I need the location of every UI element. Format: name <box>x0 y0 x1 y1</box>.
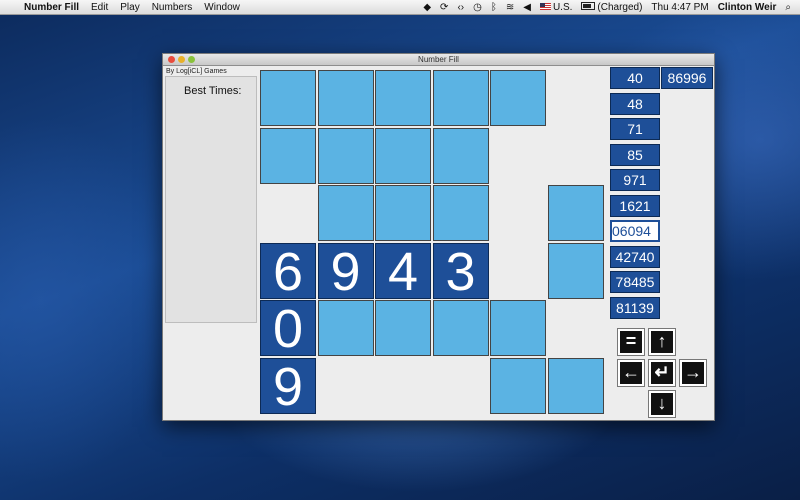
menu-app-name[interactable]: Number Fill <box>24 2 79 13</box>
input-source[interactable]: U.S. <box>539 2 572 13</box>
board-cell-filled[interactable]: 9 <box>260 357 316 415</box>
dropbox-icon[interactable]: ◆ <box>423 2 431 13</box>
board-cell-open[interactable] <box>375 127 431 184</box>
number-word-button[interactable]: 86996 <box>661 67 713 89</box>
right-arrow-button[interactable]: → <box>679 359 707 387</box>
board-cell-open[interactable] <box>317 70 374 126</box>
board-cell-empty[interactable] <box>375 358 431 414</box>
board-cell-open[interactable] <box>547 185 604 241</box>
board-cell-empty[interactable] <box>548 128 604 184</box>
board-cell-empty[interactable] <box>433 358 489 414</box>
battery-icon <box>581 1 596 10</box>
battery-status[interactable]: (Charged) <box>581 1 642 13</box>
left-arrow-button[interactable]: ← <box>617 359 645 387</box>
board-cell-filled[interactable]: 3 <box>432 242 489 300</box>
board-cell-open[interactable] <box>490 70 546 126</box>
number-word-button[interactable]: 06094 <box>610 220 660 242</box>
board-cell-open[interactable] <box>547 357 604 414</box>
number-word-button[interactable]: 1621 <box>610 194 660 217</box>
sync-icon[interactable]: ⟳ <box>440 2 448 13</box>
menu-numbers[interactable]: Numbers <box>152 2 193 13</box>
board-cell-open[interactable] <box>490 300 546 356</box>
board-cell-open[interactable] <box>547 242 604 299</box>
up-arrow-button[interactable]: ↑ <box>648 328 676 356</box>
board-cell-empty[interactable] <box>548 70 604 126</box>
number-word-button[interactable]: 85 <box>610 143 660 166</box>
status-area: ◆ ⟳ ‹› ◷ ᛒ ≋ ◀︎ U.S. (Charged) Thu 4:47 … <box>423 1 800 13</box>
game-window: Number Fill By Log[iCL] Games Best Times… <box>162 53 715 421</box>
board-cell-empty[interactable] <box>490 243 546 299</box>
title-bar[interactable]: Number Fill <box>163 54 714 66</box>
board-cell-filled[interactable]: 9 <box>317 242 374 300</box>
board-cell-open[interactable] <box>432 127 489 184</box>
board-cell-open[interactable] <box>260 70 316 126</box>
number-word-button[interactable]: 48 <box>610 92 660 115</box>
clock[interactable]: Thu 4:47 PM <box>651 2 708 13</box>
wifi-icon[interactable]: ≋ <box>506 2 514 13</box>
down-arrow-button[interactable]: ↓ <box>648 390 676 418</box>
time-machine-icon[interactable]: ◷ <box>473 2 482 13</box>
board-cell-empty[interactable] <box>318 358 374 414</box>
board-cell-open[interactable] <box>375 300 431 356</box>
number-word-button[interactable]: 40 <box>610 67 660 89</box>
best-times-label: Best Times: <box>184 85 242 97</box>
equals-button[interactable]: = <box>617 328 645 356</box>
board-cell-filled[interactable]: 4 <box>375 242 431 300</box>
bluetooth-icon[interactable]: ᛒ <box>491 2 497 13</box>
board-cell-open[interactable] <box>317 127 374 184</box>
enter-button[interactable]: ↵ <box>648 359 676 387</box>
board-cell-filled[interactable]: 6 <box>260 242 316 300</box>
board-cell-empty[interactable] <box>548 300 604 356</box>
number-word-button[interactable]: 971 <box>610 169 660 191</box>
board-cell-open[interactable] <box>432 185 489 241</box>
flag-icon <box>539 2 551 10</box>
board-cell-empty[interactable] <box>490 128 546 184</box>
menu-edit[interactable]: Edit <box>91 2 108 13</box>
credits-tab[interactable]: By Log[iCL] Games <box>166 68 227 75</box>
board-cell-open[interactable] <box>375 185 431 241</box>
search-icon[interactable]: ⌕ <box>785 2 791 13</box>
window-title: Number Fill <box>418 55 459 64</box>
board-cell-open[interactable] <box>432 70 489 126</box>
board-cell-open[interactable] <box>260 127 316 184</box>
side-panel: Best Times: <box>165 76 257 323</box>
board-cell-open[interactable] <box>490 357 546 414</box>
number-word-button[interactable]: 42740 <box>610 245 660 268</box>
number-word-button[interactable]: 71 <box>610 118 660 140</box>
board-cell-filled[interactable]: 0 <box>260 300 316 357</box>
board-cell-open[interactable] <box>317 300 374 356</box>
board-cell-empty[interactable] <box>490 185 546 241</box>
user-name[interactable]: Clinton Weir <box>718 2 777 13</box>
number-word-button[interactable]: 81139 <box>610 296 660 319</box>
number-word-button[interactable]: 78485 <box>610 271 660 293</box>
menu-bar: Number Fill Edit Play Numbers Window ◆ ⟳… <box>0 0 800 15</box>
board-cell-open[interactable] <box>432 300 489 356</box>
board-cell-open[interactable] <box>375 70 431 126</box>
board-cell-open[interactable] <box>317 185 374 241</box>
volume-icon[interactable]: ◀︎ <box>523 2 531 13</box>
menu-play[interactable]: Play <box>120 2 139 13</box>
board-cell-empty[interactable] <box>260 185 316 241</box>
code-icon[interactable]: ‹› <box>457 2 464 13</box>
menu-window[interactable]: Window <box>204 2 240 13</box>
